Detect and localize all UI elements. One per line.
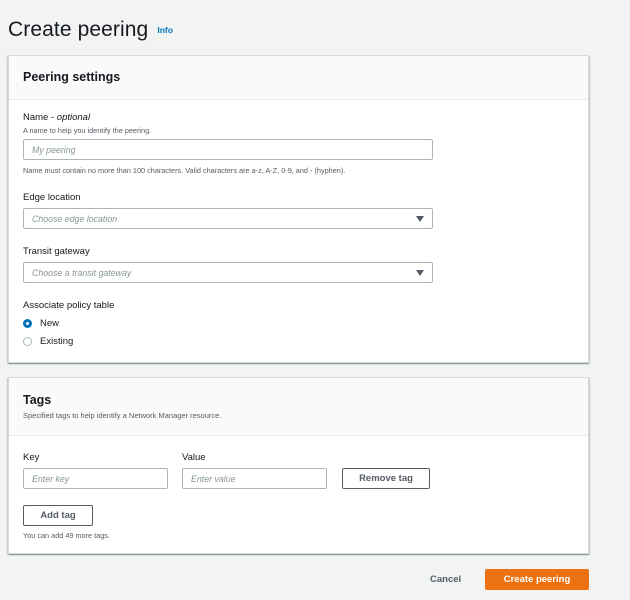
add-tag-button[interactable]: Add tag [23,505,93,526]
peering-settings-title: Peering settings [23,70,121,84]
page-header: Create peering Info [8,18,173,42]
radio-label-new: New [40,318,60,329]
transit-gateway-placeholder: Choose a transit gateway [32,268,132,278]
radio-unchecked-icon[interactable] [23,337,32,346]
edge-location-placeholder: Choose edge location [32,214,118,224]
radio-label-existing: Existing [40,336,74,347]
transit-gateway-label: Transit gateway [23,246,90,257]
radio-checked-icon[interactable] [23,319,32,328]
caret-down-icon [416,270,424,276]
tags-panel: Tags Specified tags to help identify a N… [8,377,589,554]
create-peering-button[interactable]: Create peering [485,569,589,590]
name-label: Name - optional [23,112,91,123]
tags-description: Specified tags to help identify a Networ… [23,411,222,420]
radio-option-existing[interactable]: Existing [23,336,73,347]
name-label-text: Name [23,112,49,123]
name-input[interactable]: My peering [23,139,433,160]
tag-key-input[interactable]: Enter key [23,468,168,489]
tag-value-label: Value [182,452,206,463]
edge-location-label: Edge location [23,192,81,203]
name-description: A name to help you identify the peering. [23,126,152,135]
peering-settings-panel: Peering settings Name - optional A name … [8,55,589,363]
cancel-button[interactable]: Cancel [430,574,461,585]
transit-gateway-select[interactable]: Choose a transit gateway [23,262,433,283]
name-constraint: Name must contain no more than 100 chara… [23,166,346,175]
peering-settings-header: Peering settings [9,56,588,100]
tag-value-input[interactable]: Enter value [182,468,327,489]
edge-location-select[interactable]: Choose edge location [23,208,433,229]
caret-down-icon [416,216,424,222]
policy-table-label: Associate policy table [23,300,115,311]
tag-key-label: Key [23,452,40,463]
tags-header: Tags Specified tags to help identify a N… [9,378,588,436]
remove-tag-button[interactable]: Remove tag [342,468,430,489]
info-link[interactable]: Info [157,25,173,35]
page-title: Create peering [8,18,149,41]
radio-option-new[interactable]: New [23,318,59,329]
name-optional-text: optional [56,112,91,123]
tags-title: Tags [23,393,52,407]
tags-remaining-note: You can add 49 more tags. [23,531,110,540]
